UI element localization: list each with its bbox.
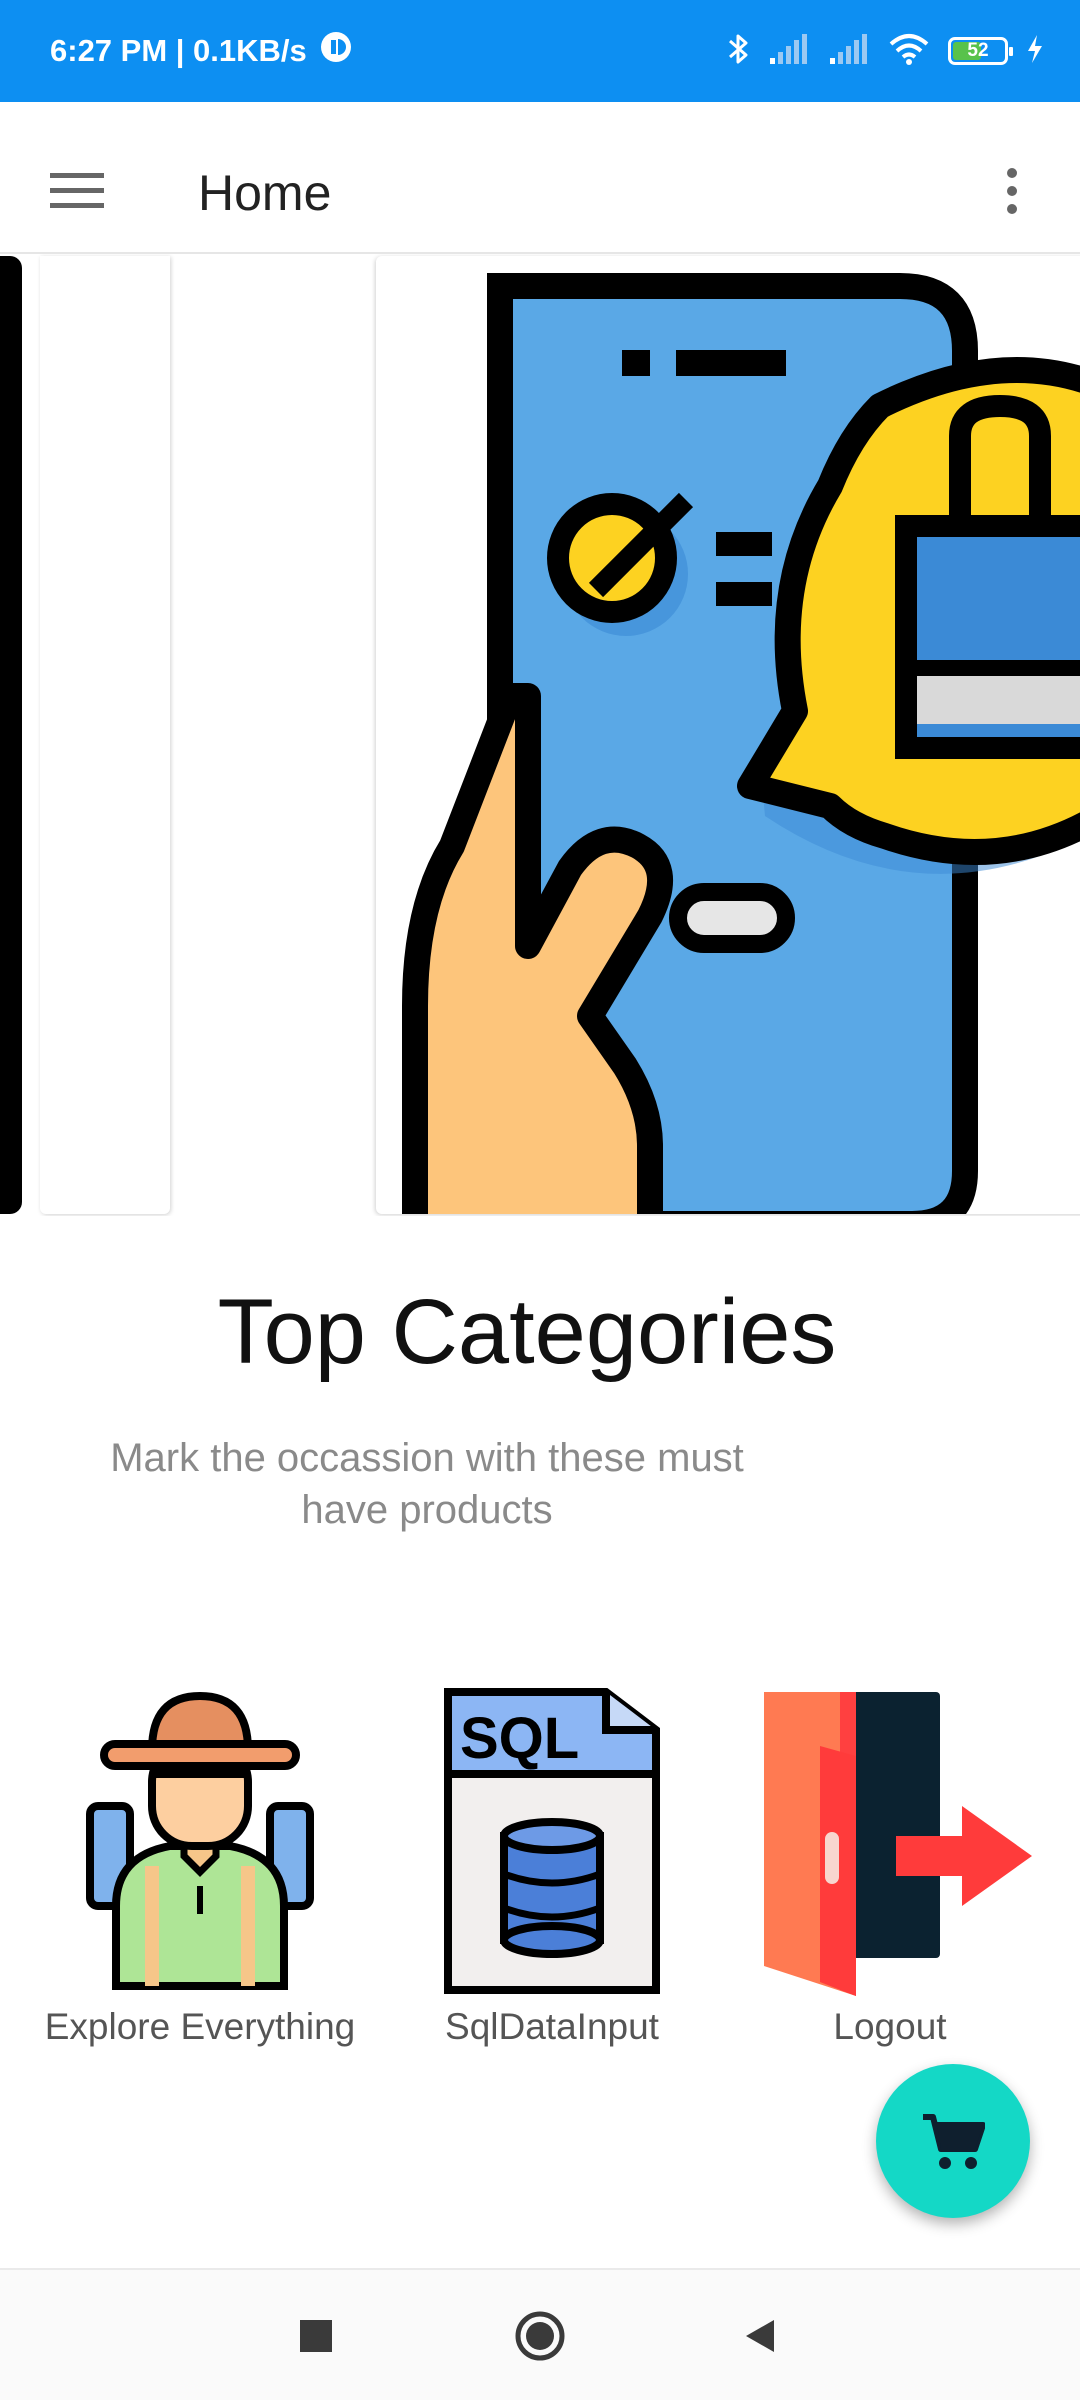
wifi-icon <box>888 32 930 71</box>
system-nav-bar <box>0 2268 1080 2400</box>
back-triangle-icon[interactable] <box>724 2300 796 2372</box>
phone-shopping-bag-illustration <box>402 273 1080 1214</box>
home-circle-icon[interactable] <box>504 2300 576 2372</box>
sql-database-icon: SQL <box>444 1688 660 1994</box>
category-explore-everything[interactable]: Explore Everything <box>30 1686 370 2048</box>
cart-button[interactable] <box>876 2064 1030 2218</box>
signal-icon <box>768 32 810 71</box>
section-subtitle: Mark the occassion with these must have … <box>110 1436 744 1532</box>
page-title: Home <box>198 165 332 221</box>
explorer-icon <box>86 1691 314 1990</box>
bluetooth-icon <box>726 31 750 72</box>
category-label: Logout <box>833 2006 947 2047</box>
status-time-speed: 6:27 PM | 0.1KB/s <box>50 33 307 68</box>
logout-door-icon <box>764 1692 1032 1996</box>
svg-text:SQL: SQL <box>460 1706 579 1771</box>
recents-square-icon[interactable] <box>280 2300 352 2372</box>
banner-carousel[interactable] <box>0 254 1080 1216</box>
battery-level: 52 <box>967 40 989 61</box>
category-label: Explore Everything <box>44 2006 356 2047</box>
charging-icon <box>1026 34 1044 69</box>
cart-icon <box>923 2114 985 2169</box>
hamburger-menu-icon[interactable] <box>34 148 120 234</box>
category-sqldatainput[interactable]: SQL SqlDataInput <box>392 1686 712 2048</box>
carousel-card-current[interactable] <box>376 256 1080 1214</box>
category-label: SqlDataInput <box>445 2006 659 2047</box>
category-logout[interactable]: Logout <box>720 1686 1060 2048</box>
carousel-card-edge <box>0 256 22 1214</box>
signal-icon <box>828 32 870 71</box>
status-bar: 6:27 PM | 0.1KB/s 52 <box>0 0 1080 102</box>
app-bar: Home <box>0 102 1080 254</box>
battery-icon: 52 <box>948 37 1013 65</box>
section-title: Top Categories <box>217 1281 837 1383</box>
carousel-card-previous[interactable] <box>40 256 170 1214</box>
more-vertical-icon[interactable] <box>980 148 1044 234</box>
vpn-icon <box>319 30 353 72</box>
